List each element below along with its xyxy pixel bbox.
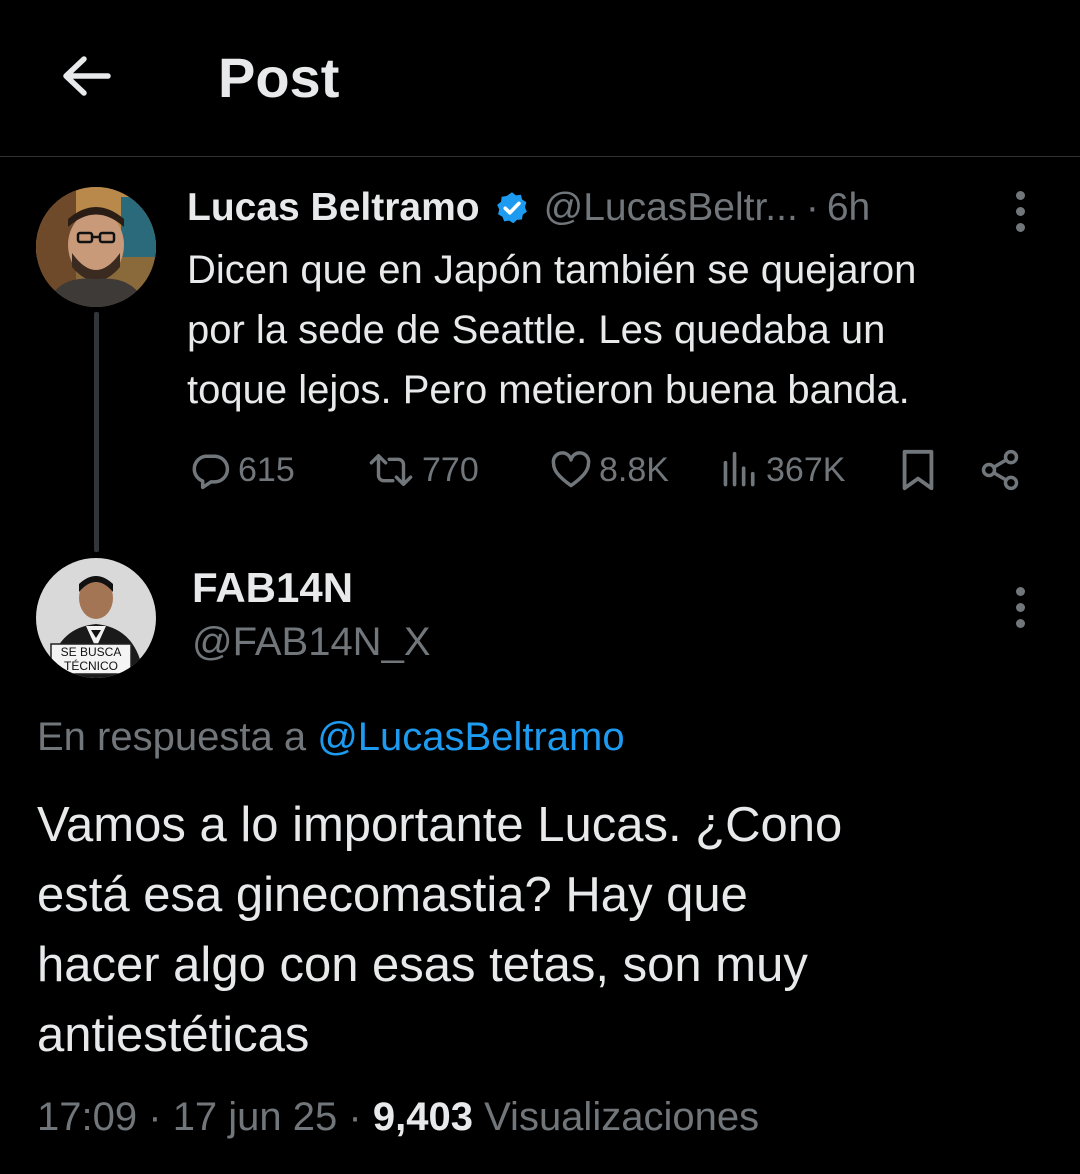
more-dot: [1015, 206, 1025, 216]
parent-post-text: Dicen que en Japón también se quejaron p…: [187, 240, 1047, 420]
reply-button[interactable]: 615: [188, 444, 295, 496]
author-handle[interactable]: @LucasBeltr...: [544, 186, 798, 230]
separator-dot: ·: [148, 1095, 162, 1139]
post-date[interactable]: 17 jun 25: [173, 1095, 338, 1139]
views-bar-icon: [723, 451, 755, 487]
verified-badge-icon: [494, 190, 530, 226]
views-count: 367K: [766, 450, 846, 489]
post-text-line: por la sede de Seattle. Les quedaba un: [187, 308, 886, 352]
more-dot: [1015, 222, 1025, 232]
like-button[interactable]: 8.8K: [549, 444, 669, 496]
avatar-sign-line-1: SE BUSCA: [61, 645, 122, 659]
separator-dot: ·: [348, 1095, 362, 1139]
parent-post-more-button[interactable]: [1000, 186, 1040, 236]
views-total[interactable]: 9,403: [373, 1095, 473, 1139]
repost-icon: [369, 454, 413, 486]
bookmark-icon: [902, 449, 934, 491]
reply-to-label: En respuesta a: [37, 715, 307, 759]
reply-bubble-icon: [192, 454, 230, 490]
post-text-line: está esa ginecomastia? Hay que: [37, 868, 748, 922]
fab14n-avatar[interactable]: SE BUSCA TÉCNICO: [36, 558, 156, 678]
avatar-sign-line-2: TÉCNICO: [64, 658, 118, 673]
reply-post-text: Vamos a lo importante Lucas. ¿Cono está …: [37, 790, 1047, 1070]
repost-count: 770: [422, 450, 479, 489]
separator-dot: ·: [805, 186, 819, 229]
views-button[interactable]: 367K: [720, 444, 845, 496]
share-icon: [981, 449, 1019, 491]
repost-button[interactable]: 770: [366, 444, 479, 496]
parent-post-header: Lucas Beltramo @LucasBeltr... · 6h: [187, 184, 870, 232]
post-text-line: Vamos a lo importante Lucas. ¿Cono: [37, 798, 843, 852]
more-vertical-icon: [1015, 190, 1025, 200]
reply-post-more-button[interactable]: [1000, 582, 1040, 632]
more-dot: [1015, 618, 1025, 628]
reply-author-handle[interactable]: @FAB14N_X: [192, 617, 431, 667]
views-label[interactable]: Visualizaciones: [484, 1095, 759, 1139]
thread-connector-line: [94, 312, 99, 552]
back-button[interactable]: [56, 48, 116, 104]
bookmark-button[interactable]: [898, 444, 938, 496]
post-text-line: Dicen que en Japón también se quejaron: [187, 248, 917, 292]
reply-count: 615: [238, 450, 295, 489]
top-bar: Post: [0, 0, 1080, 157]
reply-context: En respuesta a @LucasBeltramo: [37, 712, 625, 762]
post-text-line: antiestéticas: [37, 1008, 310, 1062]
arrow-left-icon: [63, 56, 111, 96]
reply-to-handle-link[interactable]: @LucasBeltramo: [317, 715, 624, 759]
page-title: Post: [218, 46, 340, 109]
more-vertical-icon: [1015, 586, 1025, 596]
heart-icon: [551, 451, 591, 488]
author-name[interactable]: Lucas Beltramo: [187, 186, 480, 230]
post-text-line: toque lejos. Pero metieron buena banda.: [187, 368, 910, 412]
post-meta: 17:09 · 17 jun 25 · 9,403 Visualizacione…: [37, 1090, 759, 1144]
lucas-avatar[interactable]: [36, 187, 156, 307]
post-text-line: hacer algo con esas tetas, son muy: [37, 938, 808, 992]
like-count: 8.8K: [599, 450, 669, 489]
post-time[interactable]: 6h: [827, 186, 870, 230]
reply-author-name[interactable]: FAB14N: [192, 563, 353, 613]
post-time[interactable]: 17:09: [37, 1095, 137, 1139]
share-button[interactable]: [978, 444, 1022, 496]
more-dot: [1015, 602, 1025, 612]
